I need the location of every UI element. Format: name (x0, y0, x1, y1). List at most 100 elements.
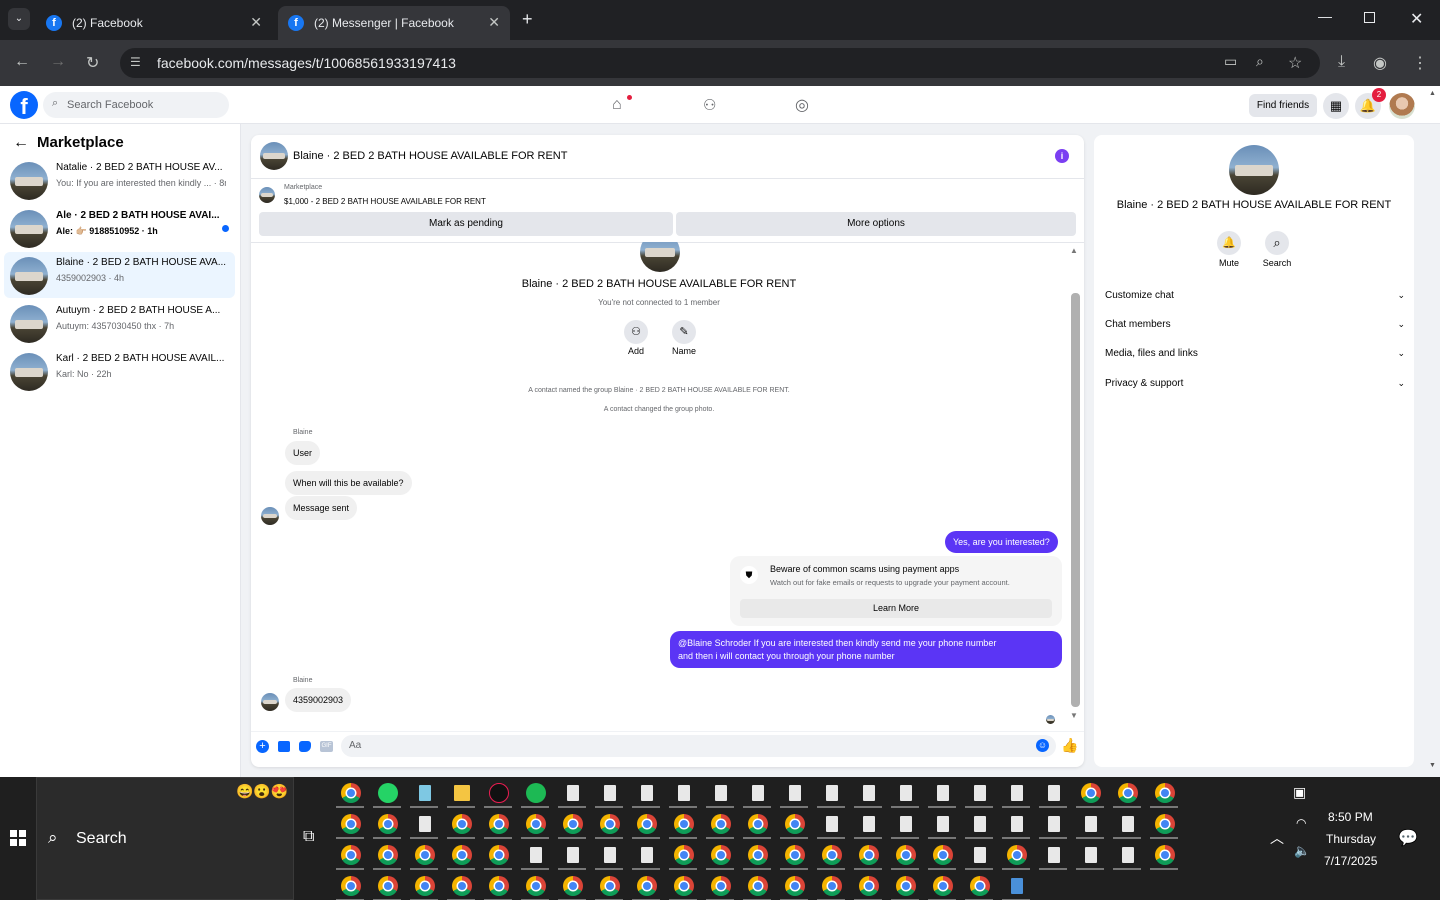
chat-title[interactable]: Blaine · 2 BED 2 BATH HOUSE AVAILABLE FO… (293, 150, 567, 162)
chrome-icon[interactable] (415, 845, 435, 865)
mark-pending-button[interactable]: Mark as pending (259, 212, 673, 236)
mute-button[interactable]: 🔔 (1217, 231, 1241, 255)
app-icon[interactable] (1011, 878, 1023, 894)
chrome-icon[interactable] (674, 814, 694, 834)
incoming-message[interactable]: 4359002903 (285, 688, 352, 712)
chrome-icon[interactable] (452, 814, 472, 834)
chrome-icon[interactable] (933, 845, 953, 865)
chrome-icon[interactable] (452, 876, 472, 896)
site-info-icon[interactable]: ☰ (130, 55, 141, 69)
outgoing-message[interactable]: @Blaine Schroder If you are interested t… (670, 631, 1062, 668)
show-hidden-icons[interactable]: ︿ (1270, 828, 1284, 848)
download-icon[interactable]: ⤓ (1338, 53, 1345, 71)
scrollbar-thumb[interactable] (1071, 293, 1080, 707)
forward-icon[interactable]: → (50, 53, 66, 71)
tab-facebook[interactable]: f (2) Facebook ✕ (36, 6, 272, 40)
clock-day[interactable]: Thursday (1326, 832, 1376, 846)
windows-start-icon[interactable] (10, 830, 26, 846)
conversation-item[interactable]: Natalie · 2 BED 2 BATH HOUSE AV... You: … (4, 157, 235, 203)
document-icon[interactable] (974, 847, 986, 863)
emoji-icon[interactable]: ☺ (1036, 739, 1049, 752)
photo-icon[interactable] (278, 741, 290, 752)
chrome-icon[interactable] (378, 845, 398, 865)
chrome-icon[interactable] (341, 876, 361, 896)
privacy-support-row[interactable]: Privacy & support ⌄ (1105, 378, 1405, 389)
outgoing-message[interactable]: Yes, are you interested? (945, 531, 1058, 553)
chrome-icon[interactable] (378, 814, 398, 834)
spotify-icon[interactable] (526, 783, 546, 803)
meet-now-icon[interactable]: ▣ (1293, 784, 1306, 801)
chrome-icon[interactable] (896, 876, 916, 896)
document-icon[interactable] (974, 816, 986, 832)
document-icon[interactable] (1122, 847, 1134, 863)
chat-info-icon[interactable]: i (1055, 149, 1069, 163)
chrome-icon[interactable] (600, 814, 620, 834)
scroll-up-icon[interactable]: ▲ (1070, 246, 1078, 255)
bookmark-star-icon[interactable]: ☆ (1288, 53, 1302, 73)
plus-icon[interactable]: + (256, 740, 269, 753)
conversation-item[interactable]: Karl · 2 BED 2 BATH HOUSE AVAIL... Karl:… (4, 348, 235, 394)
whatsapp-icon[interactable] (378, 783, 398, 803)
friends-icon[interactable]: ⚇ (703, 96, 716, 114)
document-icon[interactable] (1085, 847, 1097, 863)
document-icon[interactable] (1011, 785, 1023, 801)
document-icon[interactable] (863, 785, 875, 801)
document-icon[interactable] (641, 785, 653, 801)
chrome-icon[interactable] (526, 814, 546, 834)
document-icon[interactable] (604, 785, 616, 801)
file-explorer-icon[interactable] (454, 785, 470, 801)
task-view-icon[interactable]: ⧉ (303, 828, 314, 846)
wifi-icon[interactable]: ◠ (1296, 816, 1306, 830)
groups-icon[interactable]: ◎ (795, 95, 809, 115)
chrome-icon[interactable] (563, 876, 583, 896)
chrome-icon[interactable] (1155, 814, 1175, 834)
document-icon[interactable] (900, 785, 912, 801)
chrome-icon[interactable] (489, 814, 509, 834)
find-friends-button[interactable]: Find friends (1249, 94, 1317, 117)
document-icon[interactable] (604, 847, 616, 863)
listing-title[interactable]: $1,000 - 2 BED 2 BATH HOUSE AVAILABLE FO… (284, 197, 486, 206)
chrome-icon[interactable] (674, 845, 694, 865)
learn-more-button[interactable]: Learn More (740, 599, 1052, 618)
document-icon[interactable] (937, 816, 949, 832)
like-icon[interactable]: 👍 (1061, 737, 1078, 754)
close-tab-icon[interactable]: ✕ (250, 14, 262, 31)
document-icon[interactable] (715, 785, 727, 801)
menu-dots-icon[interactable]: ⋮ (1412, 53, 1428, 73)
document-icon[interactable] (678, 785, 690, 801)
chrome-icon[interactable] (785, 845, 805, 865)
incoming-message[interactable]: When will this be available? (285, 471, 412, 495)
document-icon[interactable] (530, 847, 542, 863)
page-scroll-up-icon[interactable]: ▲ (1429, 90, 1436, 97)
notepad-icon[interactable] (419, 785, 431, 801)
chrome-icon[interactable] (711, 814, 731, 834)
chrome-icon[interactable] (785, 876, 805, 896)
chrome-icon[interactable] (489, 845, 509, 865)
conversation-item[interactable]: Autuym · 2 BED 2 BATH HOUSE A... Autuym:… (4, 300, 235, 346)
chrome-icon[interactable] (748, 845, 768, 865)
scroll-down-icon[interactable]: ▼ (1070, 711, 1078, 720)
facebook-search-input[interactable]: Search Facebook (43, 92, 229, 118)
chrome-icon[interactable] (637, 814, 657, 834)
profile-icon[interactable]: ◉ (1373, 53, 1387, 73)
chrome-icon[interactable] (748, 876, 768, 896)
gif-icon[interactable]: GIF (320, 741, 333, 752)
document-icon[interactable] (1085, 816, 1097, 832)
zoom-icon[interactable]: ⌕ (1256, 53, 1264, 70)
home-icon[interactable]: ⌂ (612, 96, 622, 114)
document-icon[interactable] (826, 785, 838, 801)
document-icon[interactable] (1048, 816, 1060, 832)
chrome-icon[interactable] (711, 876, 731, 896)
chrome-icon[interactable] (674, 876, 694, 896)
chrome-icon[interactable] (563, 814, 583, 834)
document-icon[interactable] (826, 816, 838, 832)
volume-icon[interactable]: 🔈 (1294, 843, 1310, 859)
tab-search-icon[interactable]: ⌄ (8, 8, 30, 30)
more-options-button[interactable]: More options (676, 212, 1076, 236)
chrome-icon[interactable] (415, 876, 435, 896)
chrome-icon[interactable] (822, 845, 842, 865)
chrome-icon[interactable] (341, 783, 361, 803)
chrome-icon[interactable] (378, 876, 398, 896)
document-icon[interactable] (567, 847, 579, 863)
listing-thumbnail[interactable] (259, 187, 275, 203)
